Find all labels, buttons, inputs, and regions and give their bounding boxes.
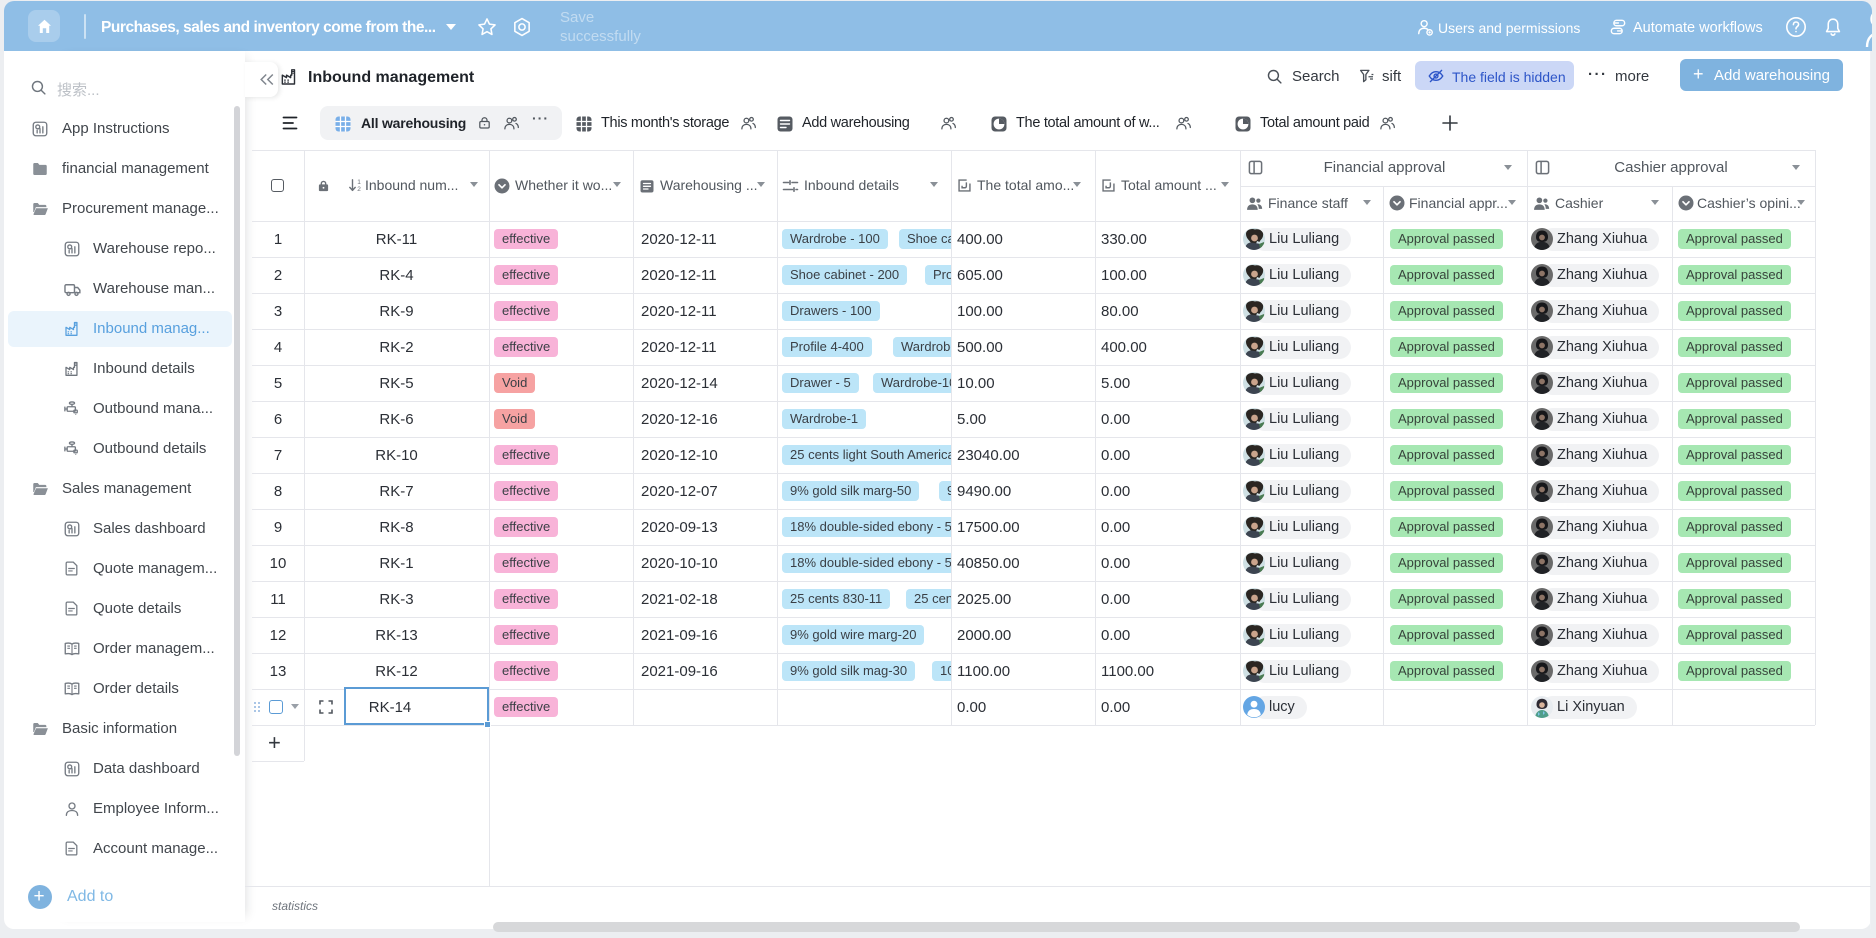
svg-text:2: 2: [357, 186, 361, 192]
svg-text:1: 1: [357, 179, 361, 186]
